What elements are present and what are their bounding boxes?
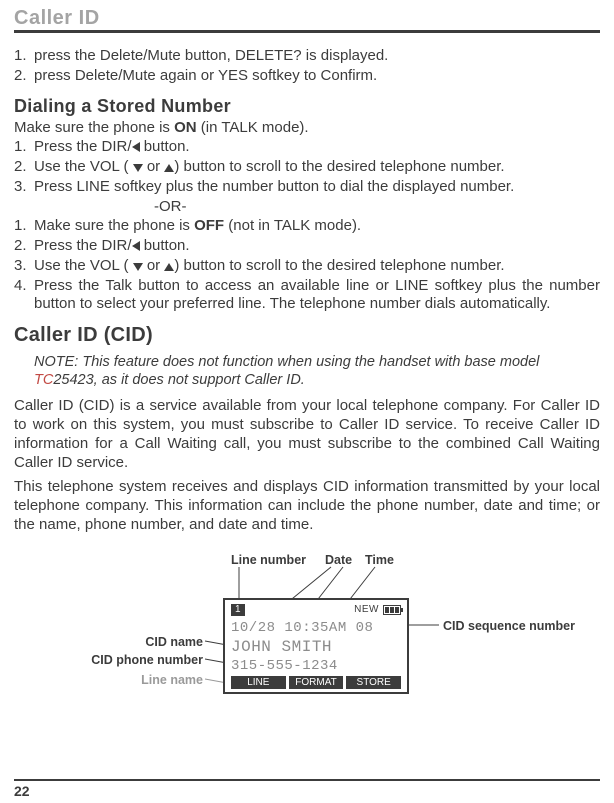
list-number: 1. (14, 47, 34, 66)
list-number: 3. (14, 257, 34, 276)
softkey-store: STORE (346, 676, 401, 689)
text: or (143, 158, 165, 175)
dialing-a-3: 3. Press LINE softkey plus the number bu… (14, 178, 600, 197)
text: button. (140, 237, 190, 254)
dialing-heading: Dialing a Stored Number (14, 96, 600, 117)
arrow-down-icon (133, 164, 143, 172)
list-text: Use the VOL ( or ) button to scroll to t… (34, 257, 600, 276)
list-number: 3. (14, 178, 34, 197)
arrow-up-icon (164, 263, 174, 271)
page-header: Caller ID (14, 8, 600, 28)
list-text: press the Delete/Mute button, DELETE? is… (34, 47, 600, 66)
list-text: press Delete/Mute again or YES softkey t… (34, 67, 600, 86)
text: Make sure the phone is (14, 119, 174, 136)
text: ) button to scroll to the desired teleph… (174, 158, 504, 175)
label-line-name: Line name (141, 673, 203, 687)
label-line-number: Line number (231, 553, 306, 567)
lcd-name-row: JOHN SMITH (231, 638, 401, 656)
dialing-lead: Make sure the phone is ON (in TALK mode)… (14, 119, 600, 138)
list-text: Press LINE softkey plus the number butto… (34, 178, 600, 197)
text: button. (144, 138, 190, 155)
note-tc: TC (34, 372, 53, 388)
dialing-b-2: 2. Press the DIR/ button. (14, 237, 600, 256)
label-cid-sequence-number: CID sequence number (443, 619, 575, 633)
softkey-format: FORMAT (289, 676, 344, 689)
arrow-up-icon (164, 164, 174, 172)
intro-line-1: 1. press the Delete/Mute button, DELETE?… (14, 47, 600, 66)
cid-para-2: This telephone system receives and displ… (14, 478, 600, 534)
list-number: 4. (14, 277, 34, 315)
list-number: 1. (14, 217, 34, 236)
list-number: 2. (14, 67, 34, 86)
dialing-b-4: 4. Press the Talk button to access an av… (14, 277, 600, 315)
lcd-new-label: NEW (354, 604, 379, 615)
cid-heading: Caller ID (CID) (14, 324, 600, 347)
softkey-line: LINE (231, 676, 286, 689)
header-rule (14, 30, 600, 33)
lcd-screen: 1 NEW 10/28 10:35AM 08 JOHN SMITH 315-55… (223, 598, 409, 694)
off-label: OFF (194, 217, 224, 234)
label-time: Time (365, 553, 394, 567)
text: Press the DIR/ (34, 138, 132, 155)
text: Press the DIR/ (34, 237, 132, 254)
label-date: Date (325, 553, 352, 567)
page-number: 22 (14, 783, 30, 799)
cid-diagram: Line number Date Time CID name CID phone… (27, 553, 587, 723)
label-cid-phone-number: CID phone number (91, 653, 203, 667)
list-text: Use the VOL ( or ) button to scroll to t… (34, 158, 600, 177)
list-text: Press the DIR/ button. (34, 237, 600, 256)
battery-icon (383, 605, 401, 615)
intro-line-2: 2. press Delete/Mute again or YES softke… (14, 67, 600, 86)
text: or (143, 257, 165, 274)
list-text: Make sure the phone is OFF (not in TALK … (34, 217, 600, 236)
note-text: NOTE: This feature does not function whe… (34, 354, 539, 370)
list-text: Press the DIR/ button. (34, 138, 600, 157)
text: Use the VOL ( (34, 158, 128, 175)
list-text: Press the Talk button to access an avail… (34, 277, 600, 315)
lcd-top-row: 1 NEW (231, 604, 401, 616)
dialing-b-1: 1. Make sure the phone is OFF (not in TA… (14, 217, 600, 236)
dialing-a-2: 2. Use the VOL ( or ) button to scroll t… (14, 158, 600, 177)
note-text: 25423, as it does not support Caller ID. (53, 372, 304, 388)
dialing-b-3: 3. Use the VOL ( or ) button to scroll t… (14, 257, 600, 276)
text: (in TALK mode). (197, 119, 309, 136)
arrow-down-icon (133, 263, 143, 271)
label-cid-name: CID name (145, 635, 203, 649)
lcd-softkeys: LINE FORMAT STORE (231, 676, 401, 689)
lcd-date-time-row: 10/28 10:35AM 08 (231, 620, 401, 636)
on-label: ON (174, 119, 197, 136)
arrow-left-icon (132, 241, 140, 251)
lcd-number-row: 315-555-1234 (231, 658, 401, 674)
lcd-line-indicator: 1 (231, 604, 245, 616)
cid-note: NOTE: This feature does not function whe… (34, 353, 600, 389)
or-separator: -OR- (14, 198, 600, 217)
dialing-a-1: 1. Press the DIR/ button. (14, 138, 600, 157)
list-number: 2. (14, 237, 34, 256)
text: ) button to scroll to the desired teleph… (174, 257, 504, 274)
text: (not in TALK mode). (224, 217, 361, 234)
footer-rule (14, 779, 600, 781)
list-number: 1. (14, 138, 34, 157)
cid-para-1: Caller ID (CID) is a service available f… (14, 397, 600, 472)
arrow-left-icon (132, 142, 140, 152)
list-number: 2. (14, 158, 34, 177)
text: Use the VOL ( (34, 257, 128, 274)
text: Make sure the phone is (34, 217, 194, 234)
